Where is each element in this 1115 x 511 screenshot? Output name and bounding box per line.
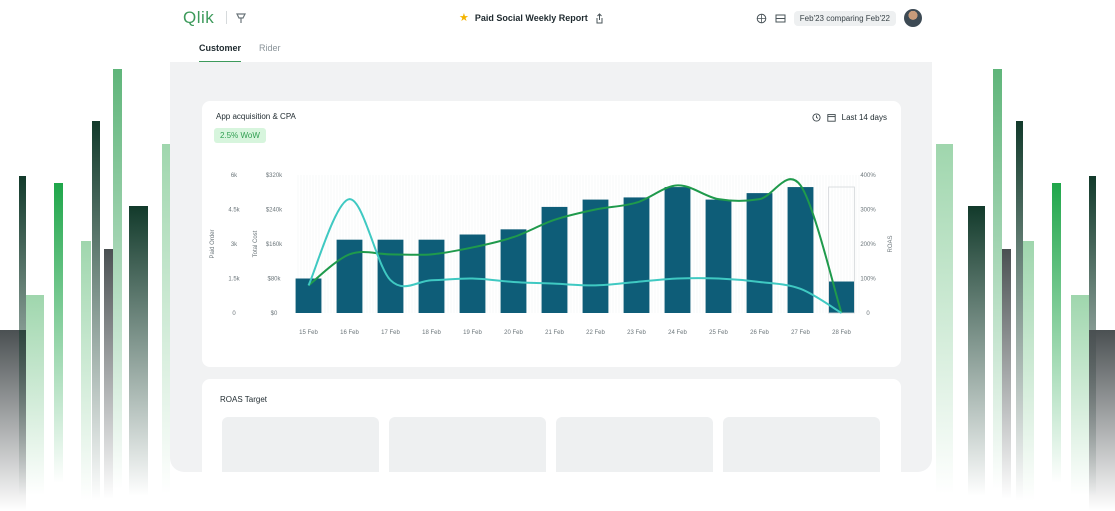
x-tick-label: 20 Feb xyxy=(504,330,523,336)
x-tick-label: 28 Feb xyxy=(832,330,851,336)
y-tick-inner: $160k xyxy=(266,242,283,248)
bar xyxy=(582,199,609,313)
top-bar: Qlik ★ Paid Social Weekly Report Feb'23 … xyxy=(170,0,932,36)
x-tick-label: 27 Feb xyxy=(791,330,810,336)
stage: Qlik ★ Paid Social Weekly Report Feb'23 … xyxy=(0,0,1115,511)
x-tick-label: 19 Feb xyxy=(463,330,482,336)
tab-bar: Customer Rider xyxy=(199,43,281,63)
y-axis-label-right: ROAS xyxy=(888,235,894,252)
kpi-tile[interactable] xyxy=(222,417,379,472)
app-window: Qlik ★ Paid Social Weekly Report Feb'23 … xyxy=(170,0,932,472)
kpi-tile[interactable] xyxy=(556,417,713,472)
x-tick-label: 24 Feb xyxy=(668,330,687,336)
y-tick-right: 300% xyxy=(860,208,876,214)
y-axis-label-inner: Total Cost xyxy=(253,230,259,257)
x-tick-label: 25 Feb xyxy=(709,330,728,336)
y-tick-outer: 6k xyxy=(231,173,238,179)
y-axis-label-outer: Paid Order xyxy=(210,229,216,258)
bar xyxy=(664,187,691,313)
layout-icon[interactable] xyxy=(775,13,786,24)
y-tick-inner: $240k xyxy=(266,208,283,214)
bar xyxy=(705,199,732,313)
x-tick-label: 15 Feb xyxy=(299,330,318,336)
tab-rider[interactable]: Rider xyxy=(259,43,281,63)
y-tick-outer: 3k xyxy=(231,242,238,248)
acquisition-chart: 0 $0 0 1.5k $80k 100% 3k $160k 200% 4.5k $240k 300%… xyxy=(210,173,894,336)
dashboard-canvas: App acquisition & CPA 2.5% WoW Last 14 d… xyxy=(170,62,932,472)
y-tick-outer: 4.5k xyxy=(228,208,240,214)
y-tick-inner: $320k xyxy=(266,173,283,179)
card-title: ROAS Target xyxy=(220,395,267,404)
y-tick-outer: 1.5k xyxy=(228,277,240,283)
divider xyxy=(226,11,227,24)
x-tick-label: 17 Feb xyxy=(381,330,400,336)
y-tick-right: 200% xyxy=(860,242,876,248)
bar xyxy=(500,229,527,313)
y-tick-right: 0 xyxy=(866,311,870,317)
x-tick-label: 21 Feb xyxy=(545,330,564,336)
x-tick-label: 16 Feb xyxy=(340,330,359,336)
kpi-tile[interactable] xyxy=(389,417,546,472)
bar xyxy=(746,193,773,313)
bar xyxy=(377,239,404,313)
report-title-group: ★ Paid Social Weekly Report xyxy=(459,11,605,25)
bar xyxy=(418,239,445,313)
roas-target-card: ROAS Target xyxy=(202,379,901,472)
app-acquisition-card: App acquisition & CPA 2.5% WoW Last 14 d… xyxy=(202,101,901,367)
x-tick-label: 26 Feb xyxy=(750,330,769,336)
star-icon[interactable]: ★ xyxy=(459,12,469,24)
y-tick-right: 400% xyxy=(860,173,876,179)
x-tick-label: 18 Feb xyxy=(422,330,441,336)
bar xyxy=(623,197,650,313)
tab-customer[interactable]: Customer xyxy=(199,43,242,63)
y-tick-right: 100% xyxy=(860,277,876,283)
kpi-tile[interactable] xyxy=(723,417,880,472)
bar xyxy=(336,239,363,313)
qlik-logo[interactable]: Qlik xyxy=(183,8,214,28)
x-tick-label: 22 Feb xyxy=(586,330,605,336)
date-comparison-selector[interactable]: Feb'23 comparing Feb'22 xyxy=(793,10,896,26)
x-tick-label: 23 Feb xyxy=(627,330,646,336)
report-title: Paid Social Weekly Report xyxy=(474,13,588,23)
y-tick-outer: 0 xyxy=(232,311,236,317)
top-right-controls: Feb'23 comparing Feb'22 xyxy=(756,8,922,28)
avatar[interactable] xyxy=(904,9,922,27)
y-tick-inner: $0 xyxy=(271,311,278,317)
globe-icon[interactable] xyxy=(756,13,767,24)
share-icon[interactable] xyxy=(594,12,605,24)
pin-icon[interactable] xyxy=(234,11,248,25)
y-tick-inner: $80k xyxy=(267,277,281,283)
